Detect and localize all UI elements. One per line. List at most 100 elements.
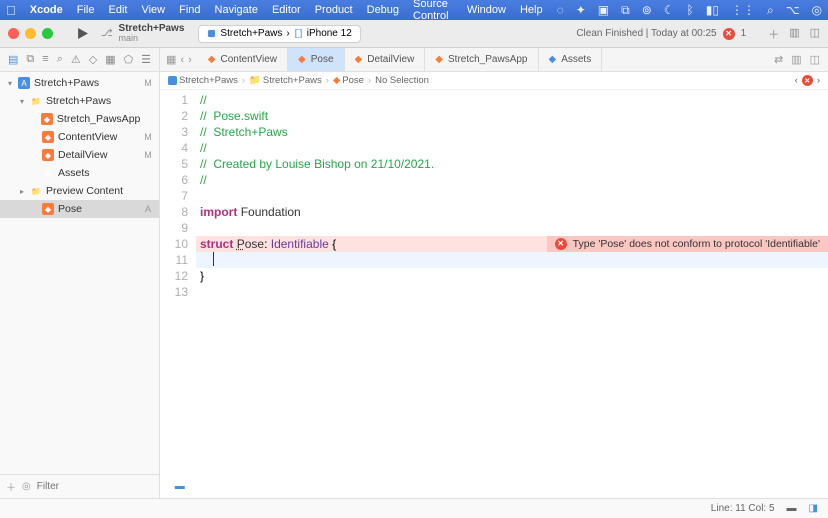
tree-row[interactable]: ◆Stretch_PawsApp <box>0 110 159 128</box>
forward-button[interactable]: › <box>188 54 192 66</box>
tree-row[interactable]: ▾AStretch+PawsM <box>0 74 159 92</box>
library-button[interactable]: ▥ <box>789 26 799 42</box>
code-line[interactable] <box>196 220 828 236</box>
next-issue-icon[interactable]: › <box>817 75 820 86</box>
menu-product[interactable]: Product <box>315 4 353 16</box>
prev-issue-icon[interactable]: ‹ <box>795 75 798 86</box>
tab-label: ContentView <box>221 54 278 65</box>
error-icon[interactable]: ✕ <box>802 75 813 86</box>
code-line[interactable]: // <box>196 172 828 188</box>
file-label: DetailView <box>58 149 107 161</box>
error-count-badge[interactable]: ✕ <box>723 28 735 40</box>
menu-navigate[interactable]: Navigate <box>215 4 258 16</box>
status-icon[interactable]: ◌ <box>557 3 564 17</box>
screenshare-icon[interactable]: ▣ <box>598 3 609 17</box>
menu-window[interactable]: Window <box>467 4 506 16</box>
code-line[interactable]: // Created by Louise Bishop on 21/10/202… <box>196 156 828 172</box>
file-icon: 📁 <box>30 185 42 197</box>
editor-tab[interactable]: ◆DetailView <box>345 48 426 71</box>
code-line[interactable]: import Foundation <box>196 204 828 220</box>
filter-icon[interactable]: ◎ <box>22 481 31 492</box>
source-text[interactable]: //// Pose.swift// Stretch+Paws//// Creat… <box>196 90 828 498</box>
menu-help[interactable]: Help <box>520 4 543 16</box>
code-line[interactable] <box>196 284 828 300</box>
tree-row[interactable]: ▸📁Preview Content <box>0 182 159 200</box>
code-line[interactable]: // Pose.swift <box>196 108 828 124</box>
menu-file[interactable]: File <box>77 4 95 16</box>
editor-tab[interactable]: ◆Stretch_PawsApp <box>425 48 538 71</box>
file-label: ContentView <box>58 131 117 143</box>
editor-tab[interactable]: ◆Assets <box>539 48 603 71</box>
wifi-icon[interactable]: ⋮⋮ <box>731 3 755 17</box>
tv-icon[interactable]: ⧉ <box>621 3 630 18</box>
run-button[interactable] <box>71 25 93 43</box>
test-navigator-icon[interactable]: ◇ <box>89 53 97 66</box>
scm-status: A <box>143 204 153 214</box>
code-line[interactable]: struct Pose: Identifiable {✕Type 'Pose' … <box>196 236 828 252</box>
code-line[interactable]: // <box>196 140 828 156</box>
report-navigator-icon[interactable]: ☰ <box>141 53 151 66</box>
run-destination[interactable]: Stretch+Paws › iPhone 12 <box>198 25 360 43</box>
menu-source-control[interactable]: Source Control <box>413 0 453 22</box>
code-line[interactable]: // <box>196 92 828 108</box>
issue-navigator-icon[interactable]: ⚠ <box>71 53 81 66</box>
add-button[interactable]: ＋ <box>768 26 779 42</box>
editor-tab[interactable]: ◆Pose <box>288 48 345 71</box>
code-editor[interactable]: 12345678910111213 //// Pose.swift// Stre… <box>160 90 828 498</box>
siri-icon[interactable]: ◎ <box>812 3 822 17</box>
filter-input[interactable] <box>37 481 169 492</box>
tree-row[interactable]: ▾📁Stretch+Paws <box>0 92 159 110</box>
battery-icon[interactable]: ▮▯ <box>706 3 719 17</box>
add-file-button[interactable]: ＋ <box>6 479 16 494</box>
toggle-inspector-button[interactable]: ◫ <box>810 26 820 42</box>
find-navigator-icon[interactable]: ⌕ <box>57 53 63 66</box>
dnd-icon[interactable]: ☾ <box>664 3 675 17</box>
control-center-icon[interactable]: ⌥ <box>786 3 800 17</box>
scm-status: M <box>143 150 153 160</box>
status-icon[interactable]: ✦ <box>576 3 586 17</box>
minimize-window[interactable] <box>25 28 36 39</box>
tree-row[interactable]: ▦Assets <box>0 164 159 182</box>
minimap-toggle-icon[interactable]: ▬ <box>787 503 797 514</box>
back-button[interactable]: ‹ <box>180 54 184 66</box>
menu-debug[interactable]: Debug <box>367 4 399 16</box>
file-tree[interactable]: ▾AStretch+PawsM▾📁Stretch+Paws◆Stretch_Pa… <box>0 72 159 474</box>
inline-error-banner[interactable]: ✕Type 'Pose' does not conform to protoco… <box>547 236 828 252</box>
line-gutter: 12345678910111213 <box>160 90 196 498</box>
jump-bar[interactable]: Stretch+Paws› 📁 Stretch+Paws› ◆ Pose› No… <box>160 72 828 90</box>
tree-row[interactable]: ◆DetailViewM <box>0 146 159 164</box>
scheme-selector[interactable]: ⎇ Stretch+Paws main <box>101 23 184 44</box>
tree-row[interactable]: ◆PoseA <box>0 200 159 218</box>
code-line[interactable]: } <box>196 268 828 284</box>
close-window[interactable] <box>8 28 19 39</box>
apple-icon[interactable]:  <box>6 3 16 18</box>
app-name[interactable]: Xcode <box>30 4 63 16</box>
disclosure-triangle[interactable]: ▸ <box>18 187 26 196</box>
menu-edit[interactable]: Edit <box>109 4 128 16</box>
disclosure-triangle[interactable]: ▾ <box>18 97 26 106</box>
related-items-icon[interactable]: ▦ <box>166 53 176 66</box>
editor-options-icon[interactable]: ⇄ <box>774 53 783 66</box>
debug-navigator-icon[interactable]: ▦ <box>105 53 115 66</box>
canvas-toggle-icon[interactable]: ◨ <box>809 503 818 514</box>
code-line[interactable] <box>196 252 828 268</box>
hotspot-icon[interactable]: ⊚ <box>642 3 652 17</box>
code-line[interactable] <box>196 188 828 204</box>
add-editor-icon[interactable]: ◫ <box>810 53 820 66</box>
symbol-navigator-icon[interactable]: ≡ <box>42 53 48 66</box>
source-control-navigator-icon[interactable]: ⧉ <box>26 53 34 66</box>
menu-view[interactable]: View <box>141 4 165 16</box>
adjust-editor-icon[interactable]: ▥ <box>791 53 801 66</box>
menu-find[interactable]: Find <box>179 4 200 16</box>
assets-icon: ◆ <box>549 54 557 65</box>
search-icon[interactable]: ⌕ <box>767 3 774 18</box>
project-navigator-icon[interactable]: ▤ <box>8 53 18 66</box>
code-line[interactable]: // Stretch+Paws <box>196 124 828 140</box>
editor-tab[interactable]: ◆ContentView <box>198 48 288 71</box>
breakpoint-navigator-icon[interactable]: ⬠ <box>124 53 134 66</box>
disclosure-triangle[interactable]: ▾ <box>6 79 14 88</box>
menu-editor[interactable]: Editor <box>272 4 301 16</box>
bluetooth-icon[interactable]: ᛒ <box>687 3 694 17</box>
zoom-window[interactable] <box>42 28 53 39</box>
tree-row[interactable]: ◆ContentViewM <box>0 128 159 146</box>
